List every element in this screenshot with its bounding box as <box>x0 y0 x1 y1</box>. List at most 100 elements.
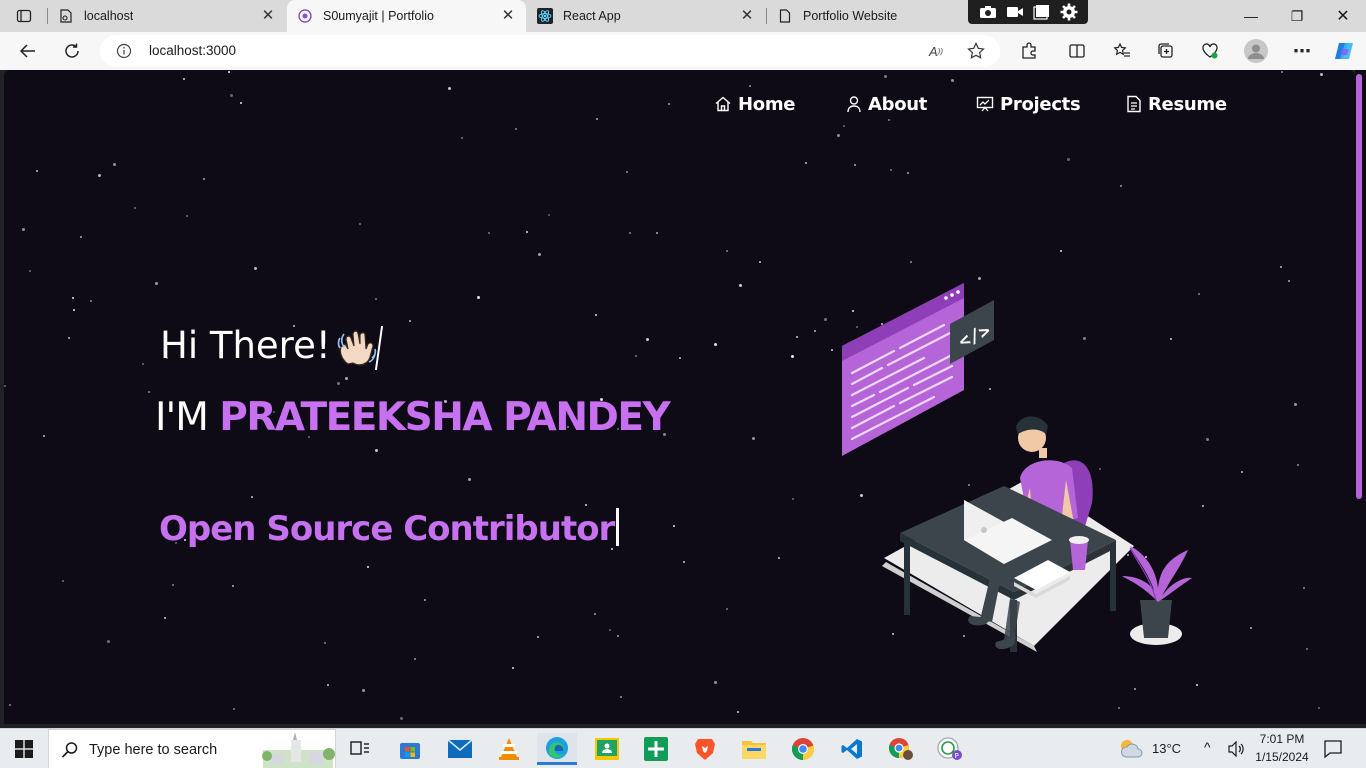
volume-icon[interactable] <box>1228 741 1246 757</box>
weather-cloud-icon[interactable] <box>1118 737 1146 761</box>
microsoft-store-app[interactable] <box>390 733 430 765</box>
star-dot <box>796 336 798 338</box>
file-explorer-app[interactable] <box>734 733 774 765</box>
notifications-icon[interactable] <box>1324 740 1342 758</box>
star-dot <box>646 338 649 341</box>
star-dot <box>791 355 794 358</box>
settings-gear-icon[interactable] <box>1060 3 1078 21</box>
star-dot <box>737 711 739 713</box>
star-dot <box>548 214 550 216</box>
close-icon[interactable]: ✕ <box>260 8 276 24</box>
favorite-star-icon[interactable] <box>966 41 986 61</box>
whatsapp-app[interactable]: P <box>930 733 970 765</box>
nav-label: Resume <box>1148 93 1227 115</box>
tab-actions-icon[interactable] <box>8 4 40 28</box>
taskbar-search[interactable]: Type here to search <box>48 729 336 768</box>
window-capture-icon[interactable] <box>1032 4 1051 20</box>
browser-essentials-button[interactable] <box>1196 37 1224 65</box>
greeting-heading: Hi There! <box>160 324 331 367</box>
nav-home[interactable]: Home <box>714 92 796 116</box>
task-view-icon <box>350 741 369 755</box>
star-dot <box>1241 471 1243 473</box>
video-camera-icon[interactable] <box>1006 5 1024 19</box>
profile-button[interactable] <box>1242 37 1270 65</box>
star-dot <box>683 561 685 563</box>
nav-resume[interactable]: Resume <box>1126 92 1227 116</box>
camera-icon[interactable] <box>979 5 997 19</box>
screen-capture-toolbar <box>968 0 1088 24</box>
chevron-up-icon[interactable]: ^ <box>1204 739 1211 755</box>
favorites-button[interactable] <box>1108 37 1136 65</box>
site-info-icon[interactable] <box>116 43 132 59</box>
star-dot <box>714 681 717 684</box>
start-button[interactable] <box>4 729 44 768</box>
chrome-profile-app[interactable] <box>881 733 921 765</box>
star-dot <box>752 437 755 440</box>
star-dot <box>107 640 110 643</box>
vlc-app[interactable] <box>489 733 529 765</box>
star-dot <box>254 267 257 270</box>
tab-react-app[interactable]: React App ✕ <box>527 0 765 32</box>
star-dot <box>22 228 25 231</box>
scrollbar-thumb[interactable] <box>1356 74 1362 499</box>
folder-icon <box>742 741 766 759</box>
tab-portfolio-website[interactable]: Portfolio Website <box>767 0 967 32</box>
star-dot <box>73 309 75 311</box>
vscode-icon <box>841 739 862 759</box>
refresh-button[interactable] <box>58 37 86 65</box>
search-placeholder: Type here to search <box>89 742 218 758</box>
star-dot <box>62 580 64 582</box>
mail-app[interactable] <box>440 733 480 765</box>
star-dot <box>134 207 136 209</box>
windows-taskbar: Type here to search P 13°C ^ 7:01 PM 1/1… <box>0 728 1366 768</box>
split-screen-button[interactable] <box>1063 37 1091 65</box>
person-name: PRATEEKSHA PANDEY <box>219 395 670 440</box>
read-aloud-icon[interactable]: A)) <box>926 41 946 61</box>
heart-pulse-icon <box>1202 43 1218 59</box>
home-icon <box>715 96 731 112</box>
brave-browser-app[interactable] <box>685 733 725 765</box>
chrome-icon <box>791 738 815 761</box>
copilot-button[interactable] <box>1330 37 1358 65</box>
add-app[interactable] <box>636 733 676 765</box>
clock-time[interactable]: 7:01 PM <box>1254 732 1310 746</box>
puzzle-icon <box>1022 42 1036 59</box>
star-dot <box>907 172 909 174</box>
close-icon[interactable]: ✕ <box>739 8 755 24</box>
nav-about[interactable]: About <box>846 92 927 116</box>
tab-title: S0umyajit | Portfolio <box>323 9 434 23</box>
chrome-app[interactable] <box>783 733 823 765</box>
close-window-button[interactable]: ✕ <box>1320 0 1366 32</box>
url-text[interactable]: localhost:3000 <box>149 43 236 58</box>
close-icon[interactable]: ✕ <box>500 8 516 24</box>
nav-projects[interactable]: Projects <box>976 92 1081 116</box>
address-bar[interactable]: localhost:3000 A)) <box>100 35 1000 67</box>
star-dot <box>142 363 144 365</box>
star-dot <box>1281 71 1283 73</box>
star-dot <box>805 162 807 164</box>
back-button[interactable] <box>14 37 42 65</box>
star-dot <box>90 300 92 302</box>
weather-temperature[interactable]: 13°C <box>1152 741 1181 756</box>
localhost-favicon-icon <box>58 8 74 24</box>
star-dot <box>448 87 451 90</box>
star-dot <box>1118 707 1120 709</box>
star-dot <box>1198 293 1200 295</box>
edge-browser-app[interactable] <box>537 733 577 765</box>
star-dot <box>1306 648 1308 650</box>
star-dot <box>512 667 514 669</box>
restore-button[interactable]: ❐ <box>1274 0 1320 32</box>
star-dot <box>726 250 728 252</box>
extensions-button[interactable] <box>1015 37 1043 65</box>
task-view-button[interactable] <box>340 733 380 765</box>
windows-logo-icon <box>15 740 33 758</box>
tab-portfolio[interactable]: S0umyajit | Portfolio ✕ <box>287 0 526 32</box>
classroom-app[interactable] <box>587 733 627 765</box>
more-options-icon[interactable]: ⋯ <box>1288 37 1316 65</box>
tab-localhost[interactable]: localhost ✕ <box>48 0 286 32</box>
vscode-app[interactable] <box>832 733 872 765</box>
collections-button[interactable] <box>1152 37 1180 65</box>
clock-date[interactable]: 1/15/2024 <box>1254 750 1310 764</box>
brave-lion-icon <box>695 739 715 760</box>
minimize-button[interactable]: — <box>1228 0 1274 32</box>
